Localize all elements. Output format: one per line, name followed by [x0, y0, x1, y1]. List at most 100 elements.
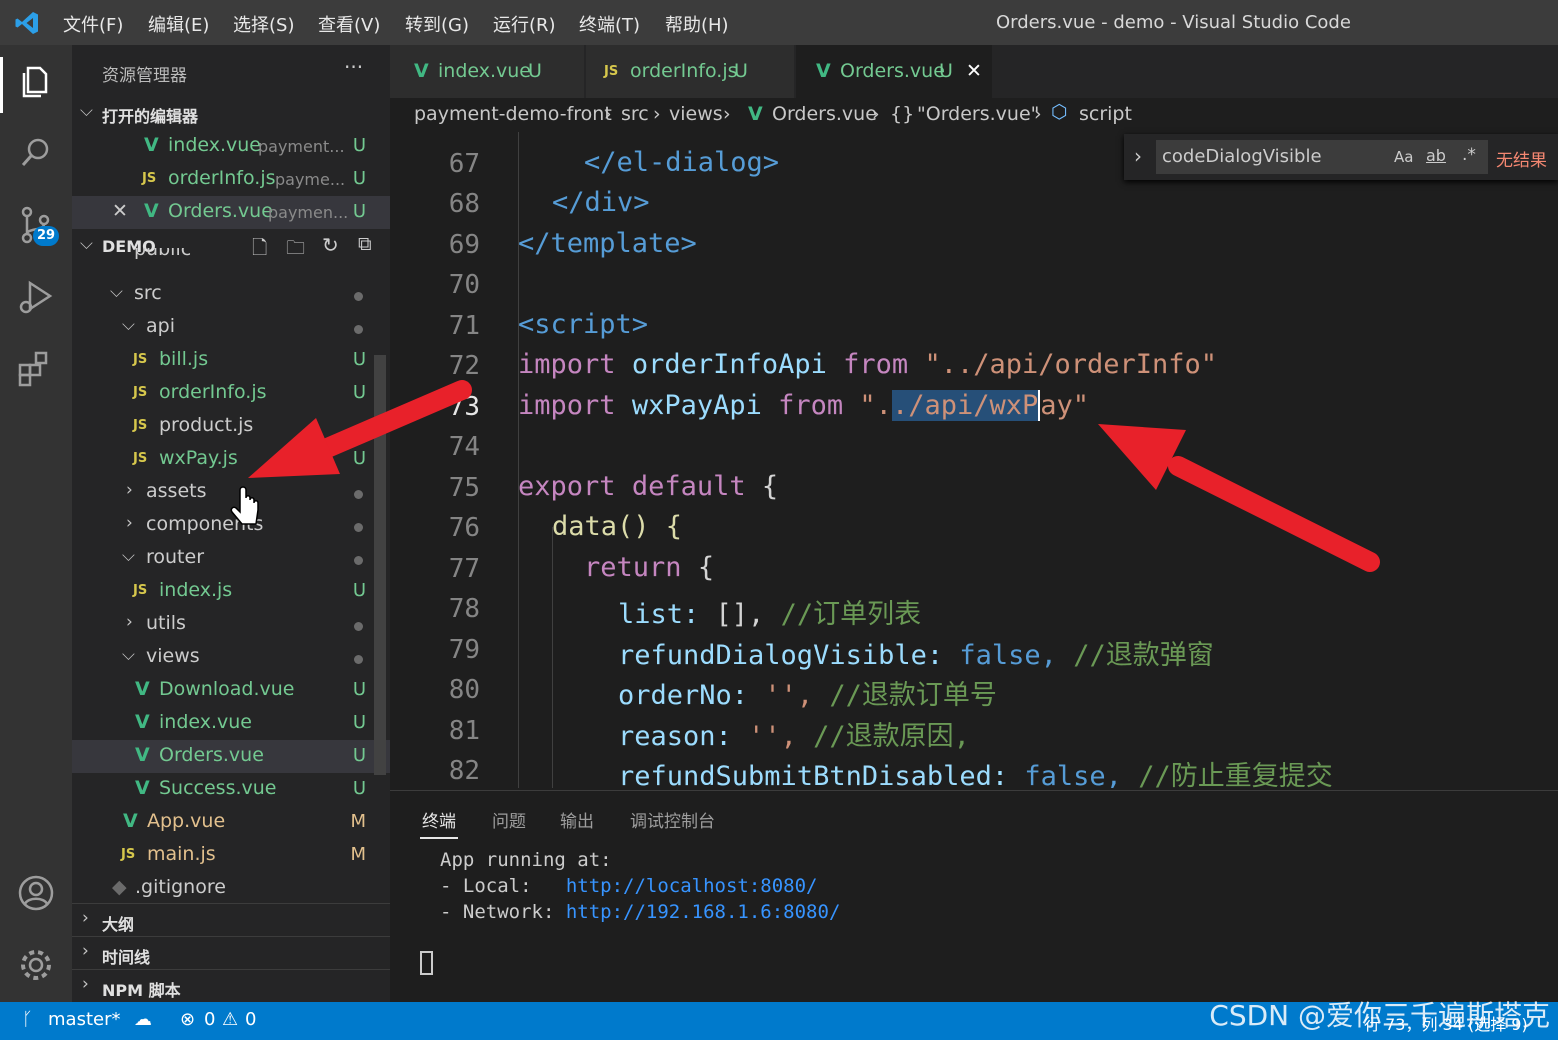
tree-file-product-js[interactable]: JS product.js	[72, 410, 390, 443]
error-count[interactable]: 0	[204, 1009, 215, 1030]
menu-help[interactable]: 帮助(H)	[665, 11, 729, 37]
git-status: U	[352, 168, 366, 189]
menu-selection[interactable]: 选择(S)	[233, 11, 294, 37]
folder-label: components	[146, 513, 264, 535]
git-status: U	[352, 201, 366, 222]
tree-folder-public[interactable]: public	[72, 248, 390, 272]
chevron-right-icon[interactable]: ›	[1134, 144, 1142, 168]
account-icon[interactable]	[14, 871, 58, 915]
npm-scripts-section[interactable]: › NPM 脚本	[72, 969, 390, 1002]
tab-terminal[interactable]: 终端	[422, 807, 456, 832]
tab-orderinfo-js[interactable]: JS orderInfo.js U	[586, 45, 794, 98]
open-editor-index-vue[interactable]: V index.vue payment... U	[72, 130, 390, 163]
breadcrumb-item[interactable]: Orders.vue	[772, 103, 877, 125]
close-icon[interactable]: ✕	[966, 60, 982, 82]
match-case-toggle[interactable]: Aa	[1394, 148, 1413, 166]
file-label: main.js	[147, 843, 216, 865]
open-editor-orders-vue[interactable]: ✕ V Orders.vue paymen... U	[72, 196, 390, 229]
code-line: <script>	[518, 309, 649, 340]
keyword: export	[518, 471, 616, 502]
tab-output[interactable]: 输出	[560, 807, 594, 832]
tree-folder-components[interactable]: › components	[72, 509, 390, 542]
tree-file-router-index-js[interactable]: JS index.js U	[72, 575, 390, 608]
regex-toggle[interactable]: .*	[1462, 145, 1476, 165]
breadcrumb-item[interactable]: src	[621, 103, 649, 125]
tree-file-orderinfo-js[interactable]: JS orderInfo.js U	[72, 377, 390, 410]
tab-index-vue[interactable]: V index.vue U	[390, 45, 584, 98]
tree-file-app-vue[interactable]: V App.vue M	[72, 806, 390, 839]
menu-view[interactable]: 查看(V)	[318, 11, 380, 37]
code-editor[interactable]: 67 68 69 70 71 72 73 74 75 76 77 78 79 8…	[390, 132, 1558, 788]
line-number: 74	[448, 432, 480, 462]
gitignore-icon: ◆	[112, 876, 127, 898]
tree-file-wxpay-js[interactable]: JS wxPay.js U	[72, 443, 390, 476]
tree-file-bill-js[interactable]: JS bill.js U	[72, 344, 390, 377]
extensions-icon[interactable]	[14, 347, 58, 391]
chevron-right-icon: ›	[126, 612, 133, 632]
chevron-right-icon: ›	[604, 103, 612, 125]
menu-go[interactable]: 转到(G)	[405, 11, 469, 37]
terminal-label: - Local:	[440, 875, 566, 897]
tab-problems[interactable]: 问题	[492, 807, 526, 832]
title-bar: 文件(F) 编辑(E) 选择(S) 查看(V) 转到(G) 运行(R) 终端(T…	[0, 0, 1558, 45]
tree-folder-src[interactable]: ⌵ src	[72, 278, 390, 311]
tab-label: orderInfo.js	[630, 60, 738, 82]
code-line: </el-dialog>	[584, 147, 780, 178]
open-editor-orderinfo-js[interactable]: JS orderInfo.js payme... U	[72, 163, 390, 196]
tree-folder-router[interactable]: ⌵ router	[72, 542, 390, 575]
code-line: </template>	[518, 228, 697, 259]
tab-orders-vue[interactable]: V Orders.vue U ✕	[796, 45, 992, 98]
file-label: Download.vue	[159, 678, 295, 700]
breadcrumb-item[interactable]: script	[1079, 103, 1132, 125]
branch-name[interactable]: master*	[48, 1009, 120, 1030]
menu-file[interactable]: 文件(F)	[63, 11, 123, 37]
tree-file-success-vue[interactable]: V Success.vue U	[72, 773, 390, 806]
menu-terminal[interactable]: 终端(T)	[579, 11, 640, 37]
tab-debug-console[interactable]: 调试控制台	[630, 807, 715, 832]
open-editors-header[interactable]: ⌵ 打开的编辑器	[72, 97, 390, 130]
tree-folder-utils[interactable]: › utils	[72, 608, 390, 641]
breadcrumb-item[interactable]: payment-demo-front	[414, 103, 612, 125]
close-icon[interactable]: ✕	[112, 200, 128, 222]
run-debug-icon[interactable]	[14, 275, 58, 319]
breadcrumb-item[interactable]: views	[669, 103, 723, 125]
more-actions-button[interactable]: ···	[344, 55, 363, 79]
code-line: orderNo: '', //退款订单号	[618, 673, 997, 712]
tree-folder-views[interactable]: ⌵ views	[72, 641, 390, 674]
sidebar-scrollbar[interactable]	[374, 355, 386, 775]
tree-file-main-js[interactable]: JS main.js M	[72, 839, 390, 872]
vue-file-icon: V	[748, 103, 763, 125]
menu-edit[interactable]: 编辑(E)	[148, 11, 209, 37]
outline-section[interactable]: › 大纲	[72, 903, 390, 937]
sidebar-title: 资源管理器	[102, 66, 187, 86]
find-input[interactable]: codeDialogVisible Aa ab .*	[1156, 140, 1488, 174]
tree-file-orders-vue[interactable]: V Orders.vue U	[72, 740, 390, 773]
vue-file-icon: V	[123, 810, 138, 832]
tree-file-gitignore[interactable]: ◆ .gitignore	[72, 872, 390, 905]
sync-icon[interactable]: ☁	[134, 1009, 152, 1030]
menu-run[interactable]: 运行(R)	[493, 11, 556, 37]
code-line: refundSubmitBtnDisabled: false, //防止重复提交	[618, 754, 1333, 788]
breadcrumb-item[interactable]: "Orders.vue"	[917, 103, 1039, 125]
tree-folder-assets[interactable]: › assets	[72, 476, 390, 509]
vue-file-icon: V	[135, 678, 150, 700]
explorer-sidebar: 资源管理器 ··· ⌵ 打开的编辑器 V index.vue payment..…	[72, 45, 390, 1002]
terminal-line: - Network: http://192.168.1.6:8080/	[440, 901, 840, 923]
tree-folder-api[interactable]: ⌵ api	[72, 311, 390, 344]
line-number: 71	[448, 311, 480, 341]
file-label: index.vue	[159, 711, 252, 733]
search-icon[interactable]	[14, 131, 58, 175]
settings-gear-icon[interactable]	[14, 943, 58, 987]
warning-count[interactable]: 0	[245, 1009, 256, 1030]
whole-word-toggle[interactable]: ab	[1426, 146, 1446, 165]
line-number: 72	[448, 351, 480, 381]
tree-file-views-index-vue[interactable]: V index.vue U	[72, 707, 390, 740]
tab-status: U	[528, 60, 542, 82]
timeline-section[interactable]: › 时间线	[72, 936, 390, 970]
tree-file-download-vue[interactable]: V Download.vue U	[72, 674, 390, 707]
local-url-link[interactable]: http://localhost:8080/	[566, 875, 818, 897]
chevron-down-icon: ⌵	[80, 101, 93, 121]
network-url-link[interactable]: http://192.168.1.6:8080/	[566, 901, 841, 923]
explorer-icon[interactable]	[14, 59, 58, 103]
braces-icon: {}	[890, 103, 915, 125]
